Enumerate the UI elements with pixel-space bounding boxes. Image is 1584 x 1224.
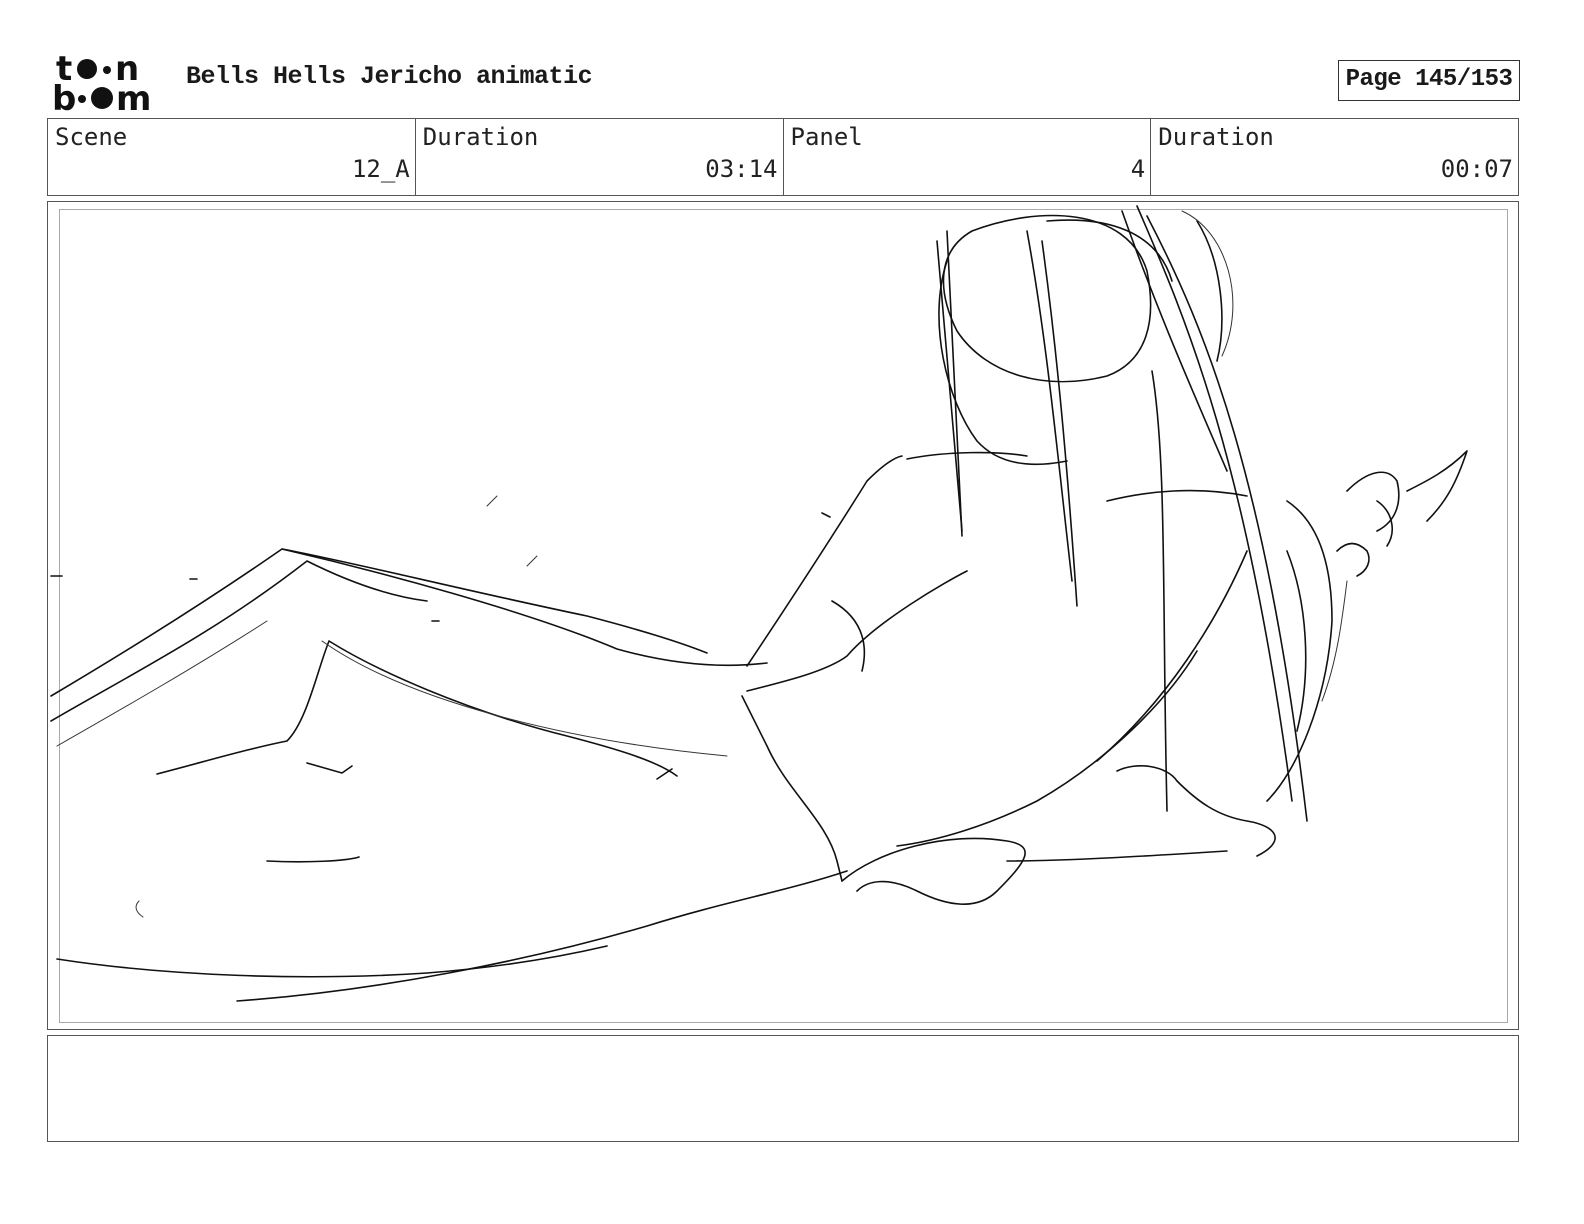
scene-cell: Scene 12_A [48, 119, 416, 195]
panel-duration-label: Duration [1158, 123, 1274, 151]
toonboom-logo-icon: t n b m [52, 50, 151, 114]
project-title: Bells Hells Jericho animatic [186, 62, 593, 91]
scene-label: Scene [55, 123, 128, 151]
scene-duration-value: 03:14 [705, 155, 778, 183]
storyboard-sketch-drawing [50, 205, 1468, 1002]
panel-duration-value: 00:07 [1440, 155, 1513, 183]
panel-label: Panel [790, 123, 863, 151]
scene-value: 12_A [351, 155, 410, 183]
scene-duration-label: Duration [422, 123, 539, 151]
svg-text:b: b [52, 79, 76, 114]
panel-notes-box [47, 1035, 1519, 1142]
svg-text:m: m [116, 79, 151, 114]
panel-cell: Panel 4 [784, 119, 1152, 195]
page-number: Page 145/153 [1338, 60, 1520, 101]
panel-duration-cell: Duration 00:07 [1151, 119, 1518, 195]
scene-duration-cell: Duration 03:14 [416, 119, 784, 195]
scene-info-row: Scene 12_A Duration 03:14 Panel 4 Durati… [47, 118, 1519, 196]
panel-value: 4 [1130, 155, 1146, 183]
